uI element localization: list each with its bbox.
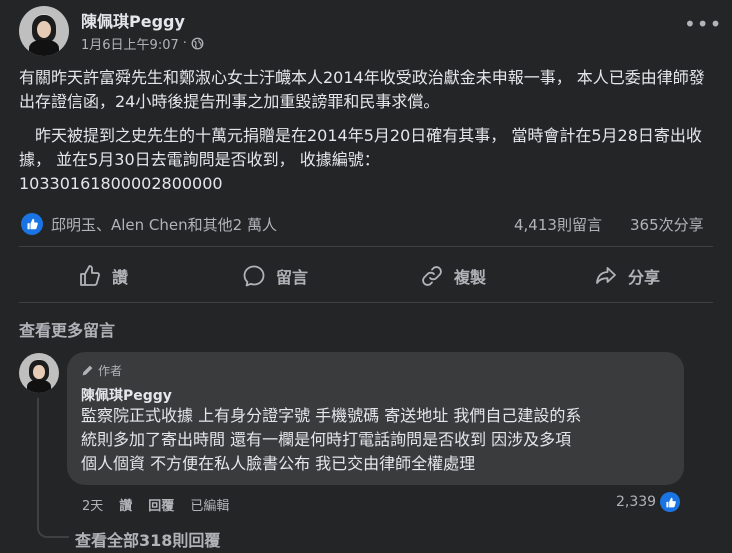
share-arrow-icon [596,267,616,284]
comment-like-count[interactable]: 2,339 [616,492,681,512]
copy-button[interactable]: 複製 [420,264,486,288]
author-badge: 作者 [81,362,122,379]
comment-like-button[interactable]: 讚 [119,495,132,514]
author-tag-label: 作者 [98,364,123,378]
commenter-avatar[interactable] [19,353,59,393]
like-reaction-icon [21,213,43,235]
share-label: 分享 [628,268,661,287]
meta-separator: · [182,36,187,51]
divider-top [19,246,713,247]
see-more-comments-link[interactable]: 查看更多留言 [19,317,115,341]
share-button[interactable]: 分享 [594,264,660,288]
post-body: 有關昨天許富舜先生和鄭淑心女士汙衊本人2014年收受政治獻金未申報一事， 本人已… [19,66,719,196]
comment-age[interactable]: 2天 [82,495,103,514]
like-label: 讚 [112,268,129,287]
comment-text: 監察院正式收據 上有身分證字號 手機號碼 寄送地址 我們自己建設的系 統則多加了… [81,404,681,476]
comment-actions: 2天 讚 回覆 已編輯 [82,495,229,514]
edited-indicator[interactable]: 已編輯 [190,495,229,514]
comment-author-name[interactable]: 陳佩琪Peggy [81,385,172,405]
comment-line-2: 統則多加了寄出時間 還有一欄是何時打電話詢問是否收到 因涉及多項 [81,430,572,449]
comment-reply-button[interactable]: 回覆 [148,495,174,514]
post-paragraph-2: 昨天被提到之史先生的十萬元捐贈是在2014年5月20日確有其事， 當時會計在5月… [19,126,702,169]
copy-label: 複製 [454,268,487,287]
comment-button[interactable]: 留言 [242,264,308,288]
comment-bubble-icon [243,265,265,287]
divider-bottom [19,302,713,303]
post-paragraph-1: 有關昨天許富舜先生和鄭淑心女士汙衊本人2014年收受政治獻金未申報一事， 本人已… [19,68,705,111]
comment-like-icon [660,492,681,512]
comment-count[interactable]: 4,413則留言 [514,214,602,235]
author-avatar[interactable] [19,6,69,56]
reply-thread-line [37,398,69,538]
link-icon [422,266,442,286]
thumbs-up-icon [80,265,100,286]
view-all-replies-link[interactable]: 查看全部318則回覆 [75,527,220,551]
comment-label: 留言 [276,268,309,287]
comment-like-count-value: 2,339 [616,494,657,510]
comment-line-3: 個人個資 不方便在私人臉書公布 我已交由律師全權處理 [81,454,476,473]
more-horizontal-icon[interactable]: ••• [684,12,722,36]
post-paragraph-3: 10330161800002800000 [19,174,223,193]
public-globe-icon [191,37,204,50]
post-meta: 1月6日上午9:07 · [81,34,204,53]
comment-line-1: 監察院正式收據 上有身分證字號 手機號碼 寄送地址 我們自己建設的系 [81,406,582,425]
reactions-summary[interactable]: 邱明玉、Alen Chen和其他2 萬人 [21,213,277,235]
like-button[interactable]: 讚 [78,264,128,288]
author-name[interactable]: 陳佩琪Peggy [81,8,185,32]
reactors-text: 邱明玉、Alen Chen和其他2 萬人 [51,215,277,234]
pencil-icon [82,365,93,376]
post-timestamp[interactable]: 1月6日上午9:07 [81,34,179,53]
share-count[interactable]: 365次分享 [630,214,704,235]
